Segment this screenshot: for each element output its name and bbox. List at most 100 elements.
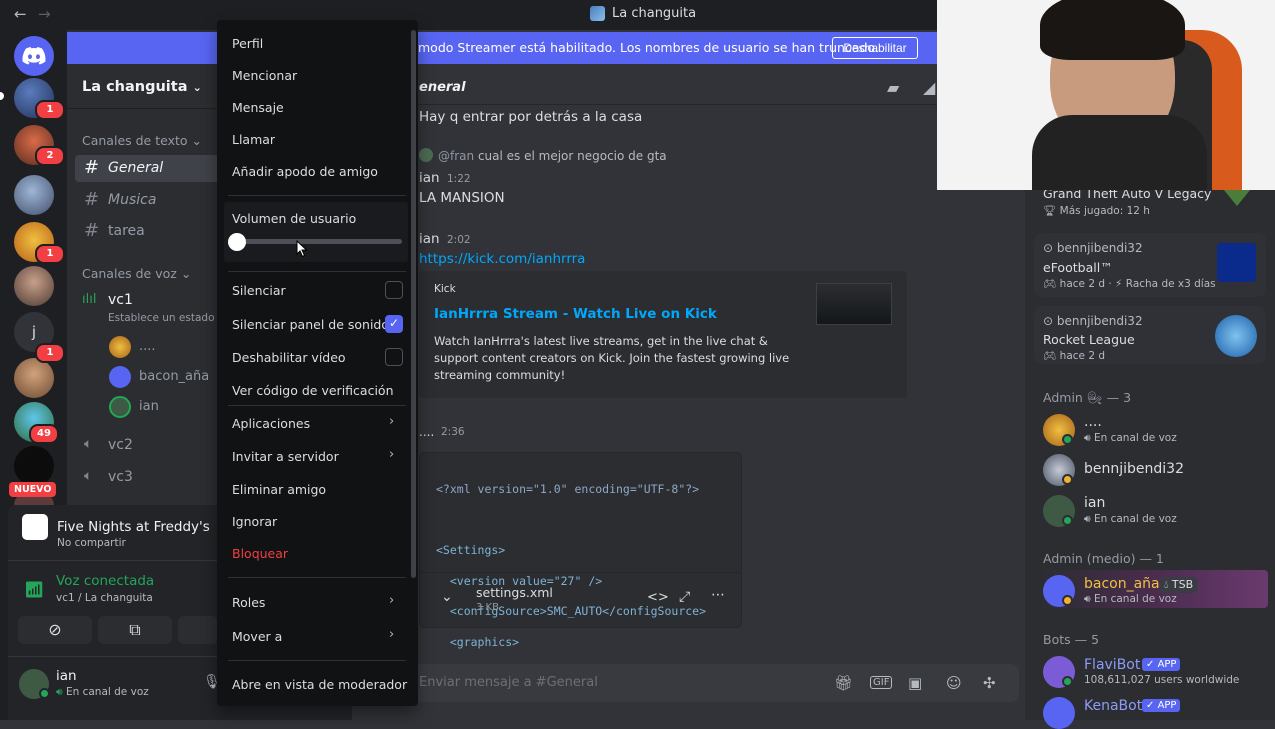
- apps-icon[interactable]: ✣: [983, 674, 996, 692]
- user-name[interactable]: ian: [56, 668, 77, 684]
- voice-connected-title[interactable]: Voz conectada: [56, 573, 154, 589]
- menu-item-invite[interactable]: Invitar a servidor: [232, 449, 339, 464]
- member-name[interactable]: KenaBot: [1084, 698, 1142, 714]
- server-icon[interactable]: [14, 446, 54, 486]
- menu-item-moderator-view[interactable]: Abre en vista de moderador: [232, 677, 407, 692]
- soundboard-checkbox[interactable]: ✓: [385, 315, 403, 333]
- back-arrow-icon[interactable]: ←: [14, 5, 27, 23]
- code-line: <graphics>: [436, 634, 520, 649]
- video-checkbox[interactable]: [385, 348, 403, 366]
- channel-label: General: [108, 160, 164, 176]
- server-icon[interactable]: [14, 266, 54, 306]
- menu-item-move-to[interactable]: Mover a: [232, 629, 282, 644]
- voice-status[interactable]: Establece un estado d: [108, 312, 225, 324]
- activities-button[interactable]: [178, 616, 218, 644]
- avatar[interactable]: [1043, 697, 1075, 729]
- channel-item-musica[interactable]: Musica: [108, 192, 156, 208]
- message-text: LA MANSION: [419, 190, 505, 206]
- channel-item-vc3[interactable]: vc3: [108, 469, 133, 485]
- fullscreen-icon[interactable]: ⤢: [679, 589, 690, 605]
- menu-item-message[interactable]: Mensaje: [232, 100, 284, 115]
- notification-icon[interactable]: ◢: [923, 78, 935, 97]
- sticker-icon[interactable]: ▣: [908, 674, 922, 692]
- avatar: [109, 366, 131, 388]
- reply-preview[interactable]: @fran cual es el mejor negocio de gta: [438, 149, 667, 163]
- voice-member[interactable]: bacon_aña: [139, 369, 209, 384]
- voice-member[interactable]: ....: [139, 339, 156, 354]
- menu-item-roles[interactable]: Roles: [232, 595, 265, 610]
- efootball-icon: [1217, 243, 1256, 282]
- voice-category[interactable]: Canales de voz ⌄: [82, 266, 191, 281]
- menu-item-apps[interactable]: Aplicaciones: [232, 416, 310, 431]
- server-icon[interactable]: [14, 358, 54, 398]
- chevron-right-icon: ›: [389, 593, 395, 608]
- menu-item-ignore[interactable]: Ignorar: [232, 514, 277, 529]
- message-timestamp: 2:02: [447, 234, 471, 246]
- more-options-icon[interactable]: ⋯: [711, 587, 725, 603]
- member-status: 🔊︎ En canal de voz: [1084, 432, 1177, 444]
- activity-sub: No compartir: [57, 537, 126, 549]
- text-category[interactable]: Canales de texto ⌄: [82, 133, 202, 148]
- hash-icon: #: [84, 220, 100, 241]
- menu-item-call[interactable]: Llamar: [232, 132, 275, 147]
- channel-item-vc1[interactable]: vc1: [108, 292, 133, 308]
- member-name[interactable]: FlaviBot: [1084, 657, 1140, 673]
- menu-item-verification-code[interactable]: Ver código de verificación: [232, 383, 394, 398]
- avatar: [109, 396, 131, 418]
- disable-streamer-button[interactable]: Deshabilitar: [832, 37, 918, 59]
- online-status-icon: [1062, 434, 1073, 445]
- mute-checkbox[interactable]: [385, 281, 403, 299]
- message-link[interactable]: https://kick.com/ianhrrra: [419, 251, 585, 267]
- activity-user: ⊙ bennjibendi32: [1043, 314, 1143, 328]
- member-name[interactable]: ian: [1084, 495, 1105, 511]
- voice-member[interactable]: ian: [139, 399, 159, 414]
- menu-item-mute[interactable]: Silenciar: [232, 283, 286, 298]
- message-author[interactable]: ian: [419, 170, 440, 186]
- online-status-icon: [39, 688, 50, 699]
- embed-thumbnail[interactable]: [816, 283, 892, 325]
- code-view-icon[interactable]: <>: [647, 590, 669, 605]
- menu-item-mention[interactable]: Mencionar: [232, 68, 297, 83]
- channel-item-vc2[interactable]: vc2: [108, 437, 133, 453]
- chevron-down-icon: ⌄: [180, 266, 192, 281]
- menu-item-profile[interactable]: Perfil: [232, 36, 263, 51]
- new-badge: NUEVO: [9, 482, 57, 497]
- file-name[interactable]: settings.xml: [476, 585, 553, 600]
- channel-item-tarea[interactable]: tarea: [108, 223, 145, 239]
- menu-item-disable-video[interactable]: Deshabilitar vídeo: [232, 350, 346, 365]
- camera-off-button[interactable]: ⊘: [18, 616, 92, 644]
- member-name[interactable]: ....: [1084, 414, 1102, 430]
- member-status: 🔊︎ En canal de voz: [1084, 513, 1177, 525]
- gif-icon[interactable]: GIF: [870, 676, 893, 689]
- emoji-icon[interactable]: ☺: [946, 674, 962, 692]
- menu-item-block[interactable]: Bloquear: [232, 546, 288, 561]
- activity-title: eFootball™: [1043, 260, 1113, 275]
- screen-share-button[interactable]: ⧉: [98, 616, 172, 644]
- message-timestamp: 2:36: [441, 426, 465, 438]
- hash-icon: #: [84, 157, 100, 178]
- volume-slider-handle[interactable]: [228, 233, 246, 251]
- message-author[interactable]: ....: [419, 425, 434, 439]
- composer-placeholder[interactable]: Enviar mensaje a #General: [419, 675, 598, 690]
- mention-badge: 2: [35, 146, 65, 166]
- member-name[interactable]: bacon_aña: [1084, 576, 1160, 592]
- menu-item-add-nickname[interactable]: Añadir apodo de amigo: [232, 164, 378, 179]
- menu-item-mute-soundboard[interactable]: Silenciar panel de sonidos: [232, 317, 396, 332]
- voice-connected-sub[interactable]: vc1 / La changuita: [56, 592, 153, 604]
- forward-arrow-icon[interactable]: →: [38, 5, 51, 23]
- member-name[interactable]: bennjibendi32: [1084, 461, 1184, 477]
- volume-slider[interactable]: [233, 239, 402, 244]
- app-tag: ✓ APP: [1142, 658, 1181, 671]
- gift-icon[interactable]: 🎁︎: [834, 674, 853, 692]
- threads-icon[interactable]: ▰: [887, 78, 899, 97]
- menu-item-remove-friend[interactable]: Eliminar amigo: [232, 482, 326, 497]
- server-icon: [590, 6, 605, 21]
- expand-chevron-icon[interactable]: ⌄: [441, 589, 453, 605]
- message-author[interactable]: ian: [419, 231, 440, 247]
- server-name[interactable]: La changuita ⌄: [82, 79, 202, 95]
- embed-title[interactable]: IanHrrra Stream - Watch Live on Kick: [434, 306, 717, 322]
- discord-home-icon[interactable]: [14, 36, 54, 76]
- context-menu-scrollbar[interactable]: [411, 30, 416, 578]
- server-icon[interactable]: [14, 175, 54, 215]
